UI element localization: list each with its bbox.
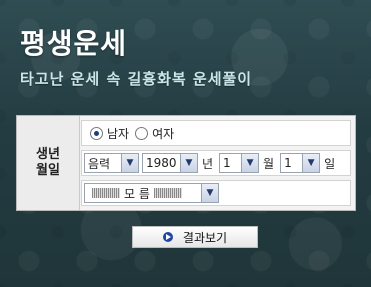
chevron-down-icon[interactable]: ▼ [302, 154, 320, 172]
form-fields: 남자 여자 음력 ▼ 1980 ▼ 년 1 ▼ 월 1 ▼ 일 모 름 ▼ [81, 118, 353, 208]
day-unit: 일 [324, 156, 336, 171]
calendar-type-select[interactable]: 음력 ▼ [84, 153, 139, 173]
birth-label-line2: 월일 [36, 163, 60, 178]
date-row: 음력 ▼ 1980 ▼ 년 1 ▼ 월 1 ▼ 일 [81, 150, 351, 176]
play-icon [162, 232, 173, 242]
month-select[interactable]: 1 ▼ [219, 153, 260, 173]
day-value: 1 [284, 156, 292, 170]
calendar-type-value: 음력 [88, 156, 111, 171]
birth-form: 생년 월일 남자 여자 음력 ▼ 1980 ▼ 년 1 ▼ 월 1 ▼ 일 모 … [16, 115, 356, 211]
gender-male-label: 남자 [107, 126, 130, 141]
birth-time-row: 모 름 ▼ [81, 180, 351, 206]
birth-label-line1: 생년 [36, 147, 60, 162]
page-title: 평생운세 [20, 27, 128, 60]
gender-male-option[interactable]: 남자 [90, 125, 129, 142]
chevron-down-icon[interactable]: ▼ [180, 154, 197, 172]
day-select[interactable]: 1 ▼ [280, 153, 321, 173]
page-subtitle: 타고난 운세 속 길흉화복 운세풀이 [20, 70, 253, 88]
birth-time-select[interactable]: 모 름 ▼ [84, 183, 219, 203]
gender-male-radio[interactable] [90, 126, 103, 140]
chevron-down-icon[interactable]: ▼ [121, 154, 138, 172]
gender-female-option[interactable]: 여자 [135, 125, 174, 142]
month-value: 1 [223, 156, 231, 170]
pattern-left [92, 188, 120, 198]
year-select[interactable]: 1980 ▼ [142, 153, 198, 173]
year-value: 1980 [146, 156, 177, 170]
view-result-button[interactable]: 결과보기 [132, 226, 258, 248]
birth-time-value: 모 름 [124, 186, 150, 201]
gender-female-label: 여자 [152, 126, 175, 141]
gender-row: 남자 여자 [81, 120, 351, 146]
pattern-right [153, 188, 182, 198]
chevron-down-icon[interactable]: ▼ [201, 184, 218, 202]
birth-date-label: 생년 월일 [17, 116, 80, 210]
month-unit: 월 [263, 156, 275, 171]
gender-female-radio[interactable] [135, 126, 149, 140]
view-result-label: 결과보기 [182, 230, 228, 245]
chevron-down-icon[interactable]: ▼ [241, 154, 259, 172]
year-unit: 년 [202, 156, 214, 171]
